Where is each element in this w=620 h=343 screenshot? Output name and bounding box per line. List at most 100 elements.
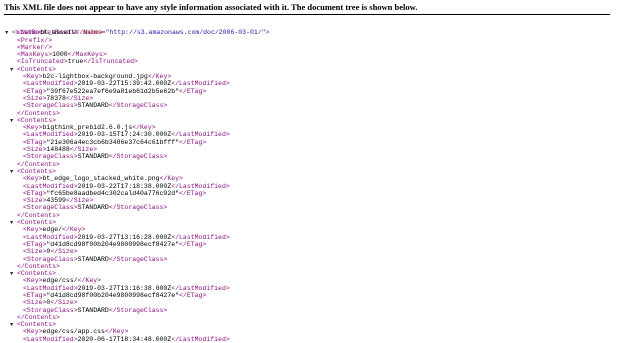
contents-3-field-1-open-tag: <LastModified>: [23, 233, 78, 241]
contents-2-field-2-close-tag: </ETag>: [179, 189, 207, 197]
contents-open-line: ▼ <Contents>: [0, 321, 620, 328]
contents-1-field-0-line: <Key>bigthink_prebid2.6.0.js</Key>: [0, 124, 620, 131]
collapse-toggle-icon[interactable]: ▼: [10, 321, 13, 328]
contents-open-line: ▼ <Contents>: [0, 219, 620, 226]
contents-5-field-1-close-tag: </LastModified>: [171, 335, 230, 343]
contents-close-tag: </Contents>: [17, 109, 60, 117]
style-info-message: This XML file does not appear to have an…: [4, 2, 418, 12]
contents-2-field-0-close-tag: </Key>: [159, 175, 183, 183]
contents-open-tag: <Contents>: [17, 116, 57, 124]
contents-open-line: ▼ <Contents>: [0, 117, 620, 124]
contents-open-tag: <Contents>: [17, 219, 57, 227]
contents-5-field-0-value: edge/css/app.css: [42, 328, 105, 336]
contents-4-field-0-open-tag: <Key>: [23, 277, 43, 285]
contents-0-field-2-value: "39f67e522ea7ef6e9a81eb61d2b5e62b": [46, 87, 180, 95]
contents-open-tag: <Contents>: [17, 321, 57, 329]
contents-4-field-0-line: <Key>edge/css/</Key>: [0, 277, 620, 284]
contents-3-field-0-close-tag: </Key>: [62, 226, 86, 234]
contents-open-line: ▼ <Contents>: [0, 168, 620, 175]
contents-5-field-0-close-tag: </Key>: [104, 328, 129, 336]
contents-1-field-4-value: STANDARD: [77, 153, 109, 161]
contents-0-field-0-open-tag: <Key>: [23, 73, 43, 81]
contents-close-line: </Contents>: [0, 110, 620, 117]
root-field-0-open-tag: <Name>: [17, 29, 41, 37]
contents-4-field-4-close-tag: </StorageClass>: [108, 306, 168, 314]
contents-1-field-0-close-tag: </Key>: [132, 124, 156, 132]
contents-2-field-4-open-tag: <StorageClass>: [23, 204, 78, 212]
contents-4-field-2-close-tag: </ETag>: [179, 291, 207, 299]
contents-0-field-3-line: <Size>78378</Size>: [0, 95, 620, 102]
contents-4-field-2-open-tag: <ETag>: [23, 291, 47, 299]
contents-1-field-1-close-tag: </LastModified>: [171, 131, 230, 139]
collapse-toggle-icon[interactable]: ▼: [10, 66, 13, 73]
contents-0-field-2-open-tag: <ETag>: [23, 87, 47, 95]
contents-0-field-2-line: <ETag>"39f67e522ea7ef6e9a81eb61d2b5e62b"…: [0, 88, 620, 95]
contents-2-field-1-close-tag: </LastModified>: [171, 182, 230, 190]
contents-close-tag: </Contents>: [17, 211, 60, 219]
contents-4-field-3-open-tag: <Size>: [23, 299, 47, 307]
contents-3-field-2-close-tag: </ETag>: [179, 240, 207, 248]
contents-3-field-2-value: "d41d8cd98f00b204e9800998ecf8427e": [46, 240, 180, 248]
contents-0-field-0-close-tag: </Key>: [147, 73, 172, 81]
contents-1-field-3-close-tag: </Size>: [69, 146, 98, 154]
contents-3-field-4-value: STANDARD: [77, 255, 109, 263]
contents-0-field-3-open-tag: <Size>: [23, 94, 47, 102]
xml-document-tree: ▼ <ListBucketResult xmlns="http://s3.amaz…: [0, 22, 620, 343]
contents-3-field-1-line: <LastModified>2019-03-27T13:16:28.000Z</…: [0, 234, 620, 241]
contents-5-field-1-open-tag: <LastModified>: [23, 335, 78, 343]
root-field-0-close-tag: </Name>: [75, 29, 103, 37]
contents-3-field-2-open-tag: <ETag>: [23, 240, 47, 248]
contents-1-field-2-open-tag: <ETag>: [23, 138, 47, 146]
contents-0-field-1-line: <LastModified>2019-03-22T15:39:42.000Z</…: [0, 80, 620, 87]
root-field-3-close-tag: </MaxKeys>: [67, 51, 107, 59]
contents-0-field-4-value: STANDARD: [77, 102, 109, 110]
contents-open-line: ▼ <Contents>: [0, 66, 620, 73]
contents-3-field-0-value: edge/: [42, 226, 63, 234]
collapse-toggle-icon[interactable]: ▼: [10, 270, 13, 277]
contents-1-field-4-line: <StorageClass>STANDARD</StorageClass>: [0, 153, 620, 160]
contents-0-field-0-line: <Key>b2c-lightbox-background.jpg</Key>: [0, 73, 620, 80]
contents-3-field-4-open-tag: <StorageClass>: [23, 255, 78, 263]
contents-1-field-3-open-tag: <Size>: [23, 146, 47, 154]
contents-5-field-0-open-tag: <Key>: [23, 328, 43, 336]
root-field-4-open-tag: <IsTruncated>: [17, 58, 68, 66]
contents-1-field-0-open-tag: <Key>: [23, 124, 43, 132]
contents-4-field-0-value: edge/css/: [42, 277, 78, 285]
root-field-2-open-tag: <Marker/>: [17, 43, 53, 51]
contents-2-field-2-value: "fc65be8aadbed4c302cald40a776c92d": [46, 189, 180, 197]
contents-1-field-2-value: "21e306a4ec3cb6b3486e37c64c61bfff": [46, 138, 180, 146]
contents-4-field-0-close-tag: </Key>: [77, 277, 102, 285]
root-field-4-line: <IsTruncated>true</IsTruncated>: [0, 58, 620, 65]
contents-1-field-2-line: <ETag>"21e306a4ec3cb6b3486e37c64c61bfff"…: [0, 139, 620, 146]
root-field-2-line: <Marker/>: [0, 44, 620, 51]
contents-4-field-3-close-tag: </Size>: [50, 299, 78, 307]
root-field-3-open-tag: <MaxKeys>: [17, 51, 53, 59]
contents-3-field-1-value: 2019-03-27T13:16:28.000Z: [77, 233, 172, 241]
contents-open-tag: <Contents>: [17, 65, 57, 73]
collapse-toggle-icon[interactable]: ▼: [10, 219, 13, 226]
contents-open-tag: <Contents>: [17, 167, 57, 175]
contents-2-field-3-line: <Size>43599</Size>: [0, 197, 620, 204]
contents-0-field-3-close-tag: </Size>: [65, 94, 94, 102]
collapse-toggle-icon[interactable]: ▼: [10, 117, 13, 124]
root-field-4-close-tag: </IsTruncated>: [83, 58, 138, 66]
contents-0-field-3-value: 78378: [46, 94, 66, 102]
contents-2-field-2-line: <ETag>"fc65be8aadbed4c302cald40a776c92d"…: [0, 190, 620, 197]
contents-4-field-4-open-tag: <StorageClass>: [23, 306, 78, 314]
contents-1-field-2-close-tag: </ETag>: [179, 138, 207, 146]
root-field-4-value: true: [67, 58, 84, 66]
contents-1-field-3-value: 148488: [46, 146, 70, 154]
contents-close-tag: </Contents>: [17, 160, 60, 168]
contents-2-field-4-line: <StorageClass>STANDARD</StorageClass>: [0, 204, 620, 211]
contents-3-field-0-open-tag: <Key>: [23, 226, 43, 234]
collapse-toggle-icon[interactable]: ▼: [10, 168, 13, 175]
contents-4-field-4-value: STANDARD: [77, 306, 109, 314]
contents-1-field-3-line: <Size>148488</Size>: [0, 146, 620, 153]
contents-1-field-1-value: 2019-03-15T17:24:30.000Z: [77, 131, 172, 139]
contents-1-field-4-close-tag: </StorageClass>: [108, 153, 168, 161]
contents-2-field-3-close-tag: </Size>: [65, 197, 94, 205]
contents-3-field-0-line: <Key>edge/</Key>: [0, 226, 620, 233]
contents-4-field-1-open-tag: <LastModified>: [23, 284, 78, 292]
contents-0-field-0-value: b2c-lightbox-background.jpg: [42, 73, 148, 81]
contents-open-tag: <Contents>: [17, 270, 57, 278]
